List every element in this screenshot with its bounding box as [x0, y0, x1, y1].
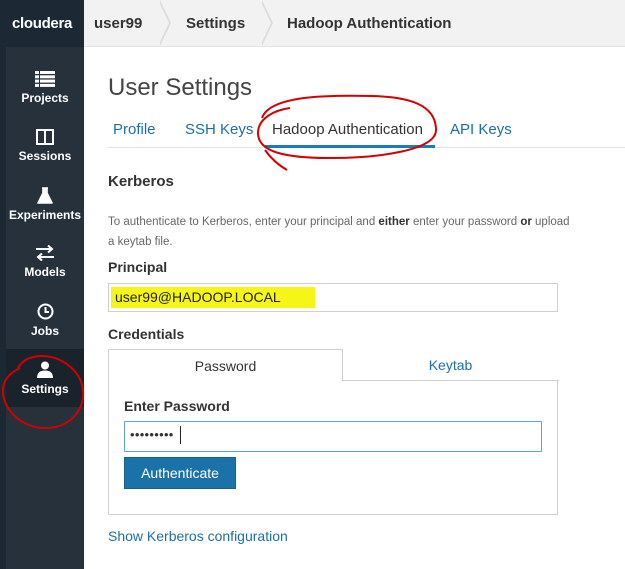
- breadcrumb-separator: [158, 0, 171, 46]
- sidebar-item-projects[interactable]: Projects: [6, 59, 84, 117]
- sidebar-item-settings[interactable]: Settings: [6, 349, 84, 407]
- breadcrumb-hadoop-authentication[interactable]: Hadoop Authentication: [287, 0, 451, 47]
- tab-keytab[interactable]: Keytab: [343, 349, 558, 381]
- breadcrumb-separator: [260, 0, 273, 46]
- sidebar-item-label: Models: [24, 265, 66, 279]
- flask-icon: [37, 186, 53, 204]
- breadcrumb-settings[interactable]: Settings: [186, 0, 245, 47]
- sessions-icon: [36, 129, 54, 145]
- password-label: Enter Password: [124, 398, 230, 414]
- arrows-icon: [36, 245, 54, 261]
- sidebar-item-label: Projects: [21, 91, 69, 105]
- tab-api-keys[interactable]: API Keys: [450, 121, 512, 138]
- user-icon: [37, 361, 53, 378]
- cloudera-logo[interactable]: cloudera: [0, 0, 84, 47]
- kerberos-help-text: To authenticate to Kerberos, enter your …: [108, 216, 570, 248]
- show-kerberos-configuration-link[interactable]: Show Kerberos configuration: [108, 528, 288, 544]
- top-bar: cloudera user99 Settings Hadoop Authenti…: [0, 0, 625, 47]
- active-tab-indicator: [265, 145, 435, 148]
- tab-ssh-keys[interactable]: SSH Keys: [185, 121, 253, 138]
- sidebar-item-label: Jobs: [30, 323, 59, 338]
- credentials-label: Credentials: [108, 326, 185, 342]
- password-value: •••••••••: [130, 427, 174, 442]
- principal-value: user99@HADOOP.LOCAL: [115, 289, 281, 305]
- tab-password[interactable]: Password: [108, 349, 343, 381]
- authenticate-button[interactable]: Authenticate: [124, 457, 236, 489]
- text-cursor: [180, 426, 181, 444]
- breadcrumb-user[interactable]: user99: [94, 0, 142, 47]
- page-title: User Settings: [108, 74, 253, 101]
- sidebar-item-models[interactable]: Models: [6, 233, 84, 291]
- sidebar: Projects Sessions Experiments Models Job…: [0, 47, 84, 569]
- sidebar-item-label: Settings: [21, 381, 69, 396]
- sidebar-item-sessions[interactable]: Sessions: [6, 117, 84, 175]
- sidebar-item-jobs[interactable]: Jobs: [6, 291, 84, 349]
- principal-label: Principal: [108, 259, 168, 275]
- sidebar-item-label: Sessions: [18, 149, 72, 163]
- tab-hadoop-authentication[interactable]: Hadoop Authentication: [272, 121, 423, 138]
- sidebar-item-label: Experiments: [8, 207, 82, 222]
- sidebar-item-experiments[interactable]: Experiments: [6, 175, 84, 233]
- credentials-tabs: Password Keytab: [108, 349, 558, 381]
- tab-profile[interactable]: Profile: [113, 121, 156, 138]
- kerberos-heading: Kerberos: [108, 173, 174, 190]
- password-input[interactable]: [124, 421, 542, 452]
- clock-icon: [37, 303, 53, 319]
- settings-tabs: Profile SSH Keys Hadoop Authentication A…: [108, 115, 625, 148]
- projects-icon: [35, 71, 55, 87]
